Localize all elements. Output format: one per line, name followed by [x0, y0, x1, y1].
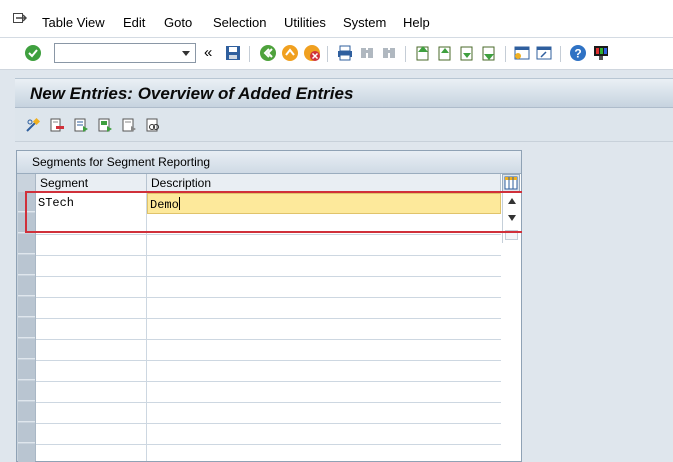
- exit-icon[interactable]: [281, 44, 299, 62]
- description-cell[interactable]: [147, 319, 501, 340]
- row-selector[interactable]: [18, 297, 35, 317]
- row-selector[interactable]: [18, 234, 35, 254]
- table-row: [36, 424, 501, 445]
- screen-title-bar: New Entries: Overview of Added Entries: [15, 78, 673, 108]
- segment-cell[interactable]: [36, 298, 147, 319]
- description-cell[interactable]: [147, 361, 501, 382]
- description-cell[interactable]: [147, 256, 501, 277]
- table-caption-bar: Segments for Segment Reporting: [17, 151, 521, 174]
- menu-edit[interactable]: Edit: [123, 15, 145, 30]
- segment-cell[interactable]: [36, 235, 147, 256]
- menu-help[interactable]: Help: [403, 15, 430, 30]
- toolbar-separator: [249, 46, 250, 62]
- chevron-down-icon[interactable]: [179, 45, 193, 61]
- row-selector[interactable]: [18, 255, 35, 275]
- segment-cell[interactable]: [36, 361, 147, 382]
- segment-cell[interactable]: [36, 340, 147, 361]
- command-input[interactable]: [55, 44, 175, 62]
- empty-work-area: [522, 142, 673, 462]
- table-row: [36, 382, 501, 403]
- table-row: [36, 361, 501, 382]
- first-page-icon[interactable]: [414, 44, 432, 62]
- print-icon[interactable]: [336, 44, 354, 62]
- enter-checkmark-icon[interactable]: [24, 44, 42, 62]
- select-all-icon[interactable]: [73, 117, 89, 133]
- svg-text:?: ?: [574, 47, 581, 61]
- segment-cell[interactable]: [36, 424, 147, 445]
- row-selector[interactable]: [18, 402, 35, 422]
- description-cell[interactable]: [147, 235, 501, 256]
- find-icon: [361, 48, 373, 58]
- row-selector[interactable]: [18, 276, 35, 296]
- table-settings-icon[interactable]: [502, 174, 520, 192]
- segment-cell[interactable]: [36, 277, 147, 298]
- table-row: [36, 319, 501, 340]
- table-row: [36, 298, 501, 319]
- toolbar-separator: [560, 46, 561, 62]
- description-cell[interactable]: [147, 340, 501, 361]
- menu-system[interactable]: System: [343, 15, 386, 30]
- table-row: [36, 277, 501, 298]
- previous-page-icon[interactable]: [436, 44, 454, 62]
- table-row: [36, 445, 501, 461]
- create-session-icon[interactable]: [513, 44, 531, 62]
- back-icon[interactable]: [259, 44, 277, 62]
- page-title: New Entries: Overview of Added Entries: [30, 84, 354, 103]
- row-selector[interactable]: [18, 381, 35, 401]
- segment-cell[interactable]: [36, 403, 147, 424]
- change-display-icon[interactable]: [25, 117, 41, 133]
- row-selector[interactable]: [18, 318, 35, 338]
- column-header-description[interactable]: Description: [147, 174, 501, 192]
- delete-row-icon[interactable]: [49, 117, 65, 133]
- segment-cell[interactable]: [36, 319, 147, 340]
- help-icon[interactable]: ?: [569, 44, 587, 62]
- menu-bar: Table View Edit Goto Selection Utilities…: [0, 0, 673, 38]
- menu-overflow-icon[interactable]: [13, 13, 27, 25]
- segment-cell[interactable]: [36, 445, 147, 461]
- application-toolbar: [15, 108, 673, 142]
- menu-table-view[interactable]: Table View: [42, 15, 105, 30]
- column-header-label: Description: [151, 176, 212, 190]
- menu-selection[interactable]: Selection: [213, 15, 266, 30]
- highlight-annotation-box: [25, 191, 525, 233]
- toolbar-separator: [505, 46, 506, 62]
- cancel-icon[interactable]: [303, 44, 321, 62]
- toolbar-separator: [405, 46, 406, 62]
- description-cell[interactable]: [147, 382, 501, 403]
- table-row: [36, 256, 501, 277]
- collapse-chevron-icon[interactable]: «: [204, 44, 212, 61]
- find-next-icon: [383, 48, 395, 58]
- description-cell[interactable]: [147, 277, 501, 298]
- select-block-icon[interactable]: [97, 117, 113, 133]
- segment-cell[interactable]: [36, 382, 147, 403]
- segment-cell[interactable]: [36, 256, 147, 277]
- toolbar-separator: [327, 46, 328, 62]
- print-preview-icon[interactable]: [145, 117, 161, 133]
- shortcut-icon[interactable]: [535, 44, 553, 62]
- description-cell[interactable]: [147, 298, 501, 319]
- table-caption: Segments for Segment Reporting: [32, 155, 211, 169]
- deselect-all-icon[interactable]: [121, 117, 137, 133]
- description-cell[interactable]: [147, 445, 501, 461]
- row-selector[interactable]: [18, 444, 35, 462]
- column-header-segment[interactable]: Segment: [36, 174, 147, 192]
- column-header-label: Segment: [40, 176, 89, 190]
- table-grid-icon: [504, 176, 518, 190]
- next-page-icon[interactable]: [458, 44, 476, 62]
- description-cell[interactable]: [147, 403, 501, 424]
- table-row: [36, 403, 501, 424]
- command-field[interactable]: [54, 43, 196, 63]
- row-selector[interactable]: [18, 339, 35, 359]
- last-page-icon[interactable]: [480, 44, 498, 62]
- save-icon[interactable]: [224, 44, 242, 62]
- customize-layout-icon[interactable]: [592, 44, 610, 62]
- table-row: [36, 235, 501, 256]
- menu-utilities[interactable]: Utilities: [284, 15, 326, 30]
- row-selector[interactable]: [18, 423, 35, 443]
- description-cell[interactable]: [147, 424, 501, 445]
- standard-toolbar: « ?: [0, 38, 673, 70]
- table-row: [36, 340, 501, 361]
- row-selector[interactable]: [18, 360, 35, 380]
- menu-goto[interactable]: Goto: [164, 15, 192, 30]
